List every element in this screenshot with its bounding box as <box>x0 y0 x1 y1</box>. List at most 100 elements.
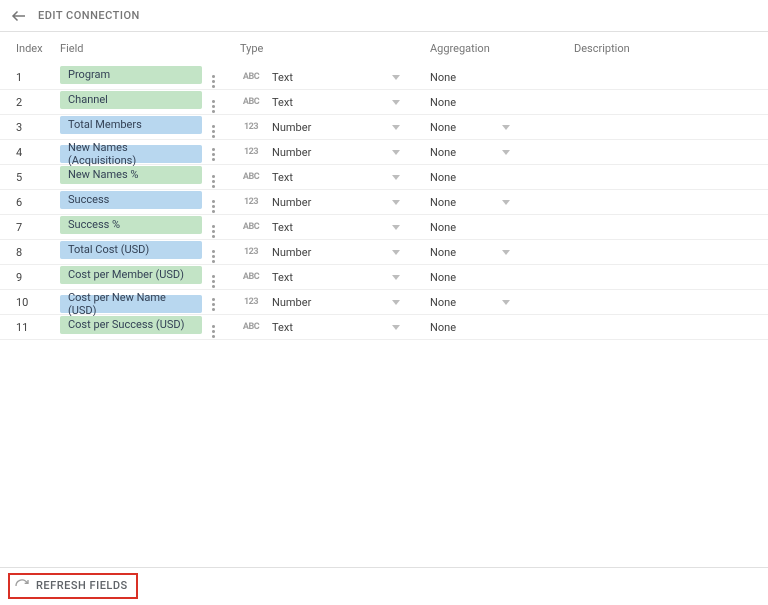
aggregation-dropdown[interactable]: None <box>430 271 510 284</box>
aggregation-dropdown[interactable]: None <box>430 71 510 84</box>
aggregation-label: None <box>430 96 456 109</box>
aggregation-dropdown[interactable]: None <box>430 196 510 209</box>
table-row: 4New Names (Acquisitions)123NumberNone <box>0 140 768 165</box>
more-options-icon[interactable] <box>208 175 218 188</box>
aggregation-dropdown[interactable]: None <box>430 246 510 259</box>
field-pill[interactable]: New Names (Acquisitions) <box>60 145 202 163</box>
row-aggregation-cell: None <box>430 121 570 134</box>
field-pill[interactable]: Channel <box>60 91 202 109</box>
field-pill[interactable]: Success % <box>60 216 202 234</box>
text-type-icon: ABC <box>240 72 262 82</box>
type-label: Number <box>272 296 311 309</box>
row-type-cell: ABCText <box>240 71 430 84</box>
more-options-icon[interactable] <box>208 225 218 238</box>
refresh-fields-label: REFRESH FIELDS <box>36 579 128 592</box>
type-dropdown[interactable]: 123Number <box>240 196 400 209</box>
type-label: Number <box>272 121 311 134</box>
type-dropdown[interactable]: ABCText <box>240 271 400 284</box>
type-dropdown[interactable]: ABCText <box>240 171 400 184</box>
chevron-down-icon <box>392 75 400 80</box>
row-type-cell: 123Number <box>240 121 430 134</box>
type-dropdown[interactable]: ABCText <box>240 71 400 84</box>
table-row: 9Cost per Member (USD) ABCText None <box>0 265 768 290</box>
row-type-cell: ABC Text <box>240 321 430 334</box>
aggregation-dropdown[interactable]: None <box>430 296 510 309</box>
more-options-icon[interactable] <box>208 298 218 311</box>
table-row: 5New Names % ABCText None <box>0 165 768 190</box>
row-type-cell: ABCText <box>240 171 430 184</box>
aggregation-dropdown[interactable]: None <box>430 171 510 184</box>
more-options-icon[interactable] <box>208 75 218 88</box>
type-label: Text <box>272 271 293 284</box>
more-options-icon[interactable] <box>208 250 218 263</box>
chevron-down-icon <box>502 250 510 255</box>
more-options-icon[interactable] <box>208 325 218 338</box>
field-pill[interactable]: Total Cost (USD) <box>60 241 202 259</box>
type-label: Text <box>272 96 293 109</box>
field-pill[interactable]: Total Members <box>60 116 202 134</box>
text-type-icon: ABC <box>240 97 262 107</box>
aggregation-dropdown[interactable]: None <box>430 121 510 134</box>
refresh-fields-button[interactable]: REFRESH FIELDS <box>8 573 138 599</box>
chevron-down-icon <box>392 175 400 180</box>
more-options-icon[interactable] <box>208 125 218 138</box>
aggregation-label: None <box>430 196 456 209</box>
type-label: Text <box>272 321 293 334</box>
field-pill[interactable]: Cost per Member (USD) <box>60 266 202 284</box>
aggregation-label: None <box>430 221 456 234</box>
row-field-cell: Total Members <box>60 116 240 139</box>
row-field-cell: Cost per Success (USD) <box>60 316 240 339</box>
text-type-icon: ABC <box>240 322 262 332</box>
row-type-cell: 123Number <box>240 146 430 159</box>
row-field-cell: Total Cost (USD) <box>60 241 240 264</box>
chevron-down-icon <box>392 300 400 305</box>
row-field-cell: Success <box>60 191 240 214</box>
aggregation-dropdown[interactable]: None <box>430 96 510 109</box>
field-pill[interactable]: Cost per New Name (USD) <box>60 295 202 313</box>
row-field-cell: Success % <box>60 216 240 239</box>
col-header-field: Field <box>60 42 240 55</box>
chevron-down-icon <box>392 325 400 330</box>
table-row: 8Total Cost (USD)123NumberNone <box>0 240 768 265</box>
aggregation-label: None <box>430 321 456 334</box>
type-dropdown[interactable]: 123Number <box>240 146 400 159</box>
row-aggregation-cell: None <box>430 321 570 334</box>
row-index: 9 <box>0 271 60 284</box>
aggregation-dropdown[interactable]: None <box>430 221 510 234</box>
table-row: 1ProgramABCTextNone <box>0 65 768 90</box>
row-field-cell: Cost per New Name (USD) <box>60 291 240 313</box>
type-label: Number <box>272 246 311 259</box>
text-type-icon: ABC <box>240 222 262 232</box>
more-options-icon[interactable] <box>208 200 218 213</box>
row-field-cell: New Names (Acquisitions) <box>60 141 240 163</box>
col-header-aggregation: Aggregation <box>430 42 570 55</box>
type-dropdown[interactable]: ABC Text <box>240 96 400 109</box>
aggregation-dropdown[interactable]: None <box>430 146 510 159</box>
type-dropdown[interactable]: 123Number <box>240 296 400 309</box>
field-pill[interactable]: New Names % <box>60 166 202 184</box>
table-row: 11Cost per Success (USD)ABCTextNone <box>0 315 768 340</box>
chevron-down-icon <box>502 200 510 205</box>
table-row: 10Cost per New Name (USD)123NumberNone <box>0 290 768 315</box>
row-field-cell: Program <box>60 66 240 89</box>
type-dropdown[interactable]: 123Number <box>240 246 400 259</box>
more-options-icon[interactable] <box>208 148 218 161</box>
row-aggregation-cell: None <box>430 221 570 234</box>
type-dropdown[interactable]: 123Number <box>240 121 400 134</box>
aggregation-dropdown[interactable]: None <box>430 321 510 334</box>
type-dropdown[interactable]: ABCText <box>240 221 400 234</box>
more-options-icon[interactable] <box>208 100 218 113</box>
table-row: 6Success123NumberNone <box>0 190 768 215</box>
type-label: Number <box>272 196 311 209</box>
more-options-icon[interactable] <box>208 275 218 288</box>
row-index: 5 <box>0 171 60 184</box>
type-dropdown[interactable]: ABC Text <box>240 321 400 334</box>
field-pill[interactable]: Cost per Success (USD) <box>60 316 202 334</box>
row-type-cell: ABCText <box>240 221 430 234</box>
back-arrow-icon[interactable] <box>10 7 28 25</box>
field-pill[interactable]: Success <box>60 191 202 209</box>
row-aggregation-cell: None <box>430 171 570 184</box>
text-type-icon: ABC <box>240 172 262 182</box>
footer-bar: REFRESH FIELDS <box>0 567 768 603</box>
field-pill[interactable]: Program <box>60 66 202 84</box>
